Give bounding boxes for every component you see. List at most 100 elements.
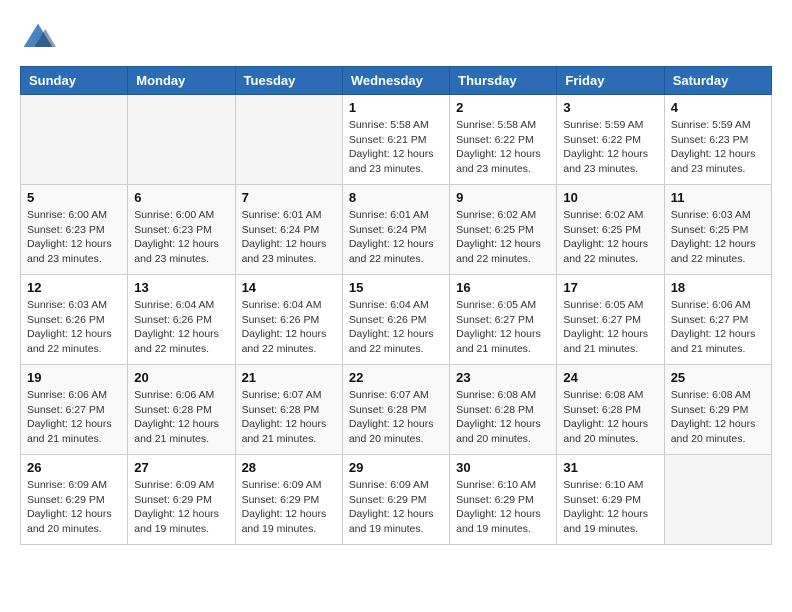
- calendar-cell: 26 Sunrise: 6:09 AMSunset: 6:29 PMDayligh…: [21, 455, 128, 545]
- day-number: 4: [671, 100, 765, 115]
- calendar-cell: 22Sunrise: 6:07 AMSunset: 6:28 PMDayligh…: [342, 365, 449, 455]
- calendar-cell: 28 Sunrise: 6:09 AMSunset: 6:29 PMDayligh…: [235, 455, 342, 545]
- day-number: 19: [27, 370, 121, 385]
- day-number: 6: [134, 190, 228, 205]
- day-info: Sunrise: 6:08 AMSunset: 6:28 PMDaylight:…: [563, 388, 657, 447]
- day-number: 31: [563, 460, 657, 475]
- day-info: Sunrise: 6:09 AMSunset: 6:29 PMDaylight:…: [349, 478, 443, 537]
- day-number: 20: [134, 370, 228, 385]
- calendar-cell: 10Sunrise: 6:02 AMSunset: 6:25 PMDayligh…: [557, 185, 664, 275]
- calendar-cell: 2Sunrise: 5:58 AMSunset: 6:22 PMDaylight…: [450, 95, 557, 185]
- calendar-cell: 23Sunrise: 6:08 AMSunset: 6:28 PMDayligh…: [450, 365, 557, 455]
- day-info: Sunrise: 6:08 AMSunset: 6:29 PMDaylight:…: [671, 388, 765, 447]
- day-number: 22: [349, 370, 443, 385]
- day-number: 25: [671, 370, 765, 385]
- weekday-header-row: SundayMondayTuesdayWednesdayThursdayFrid…: [21, 67, 772, 95]
- day-number: 15: [349, 280, 443, 295]
- page-header: [20, 20, 772, 56]
- calendar-cell: 27 Sunrise: 6:09 AMSunset: 6:29 PMDayligh…: [128, 455, 235, 545]
- calendar-cell: [235, 95, 342, 185]
- calendar-cell: [128, 95, 235, 185]
- day-number: 9: [456, 190, 550, 205]
- day-number: 29: [349, 460, 443, 475]
- day-number: 24: [563, 370, 657, 385]
- day-info: Sunrise: 5:59 AMSunset: 6:22 PMDaylight:…: [563, 118, 657, 177]
- logo-icon: [20, 20, 56, 56]
- day-info: Sunrise: 5:59 AMSunset: 6:23 PMDaylight:…: [671, 118, 765, 177]
- calendar-cell: 12Sunrise: 6:03 AMSunset: 6:26 PMDayligh…: [21, 275, 128, 365]
- calendar-cell: 20 Sunrise: 6:06 AMSunset: 6:28 PMDayligh…: [128, 365, 235, 455]
- day-number: 28: [242, 460, 336, 475]
- calendar-cell: [21, 95, 128, 185]
- calendar-cell: 9 Sunrise: 6:02 AMSunset: 6:25 PMDaylight…: [450, 185, 557, 275]
- day-info: Sunrise: 6:09 AMSunset: 6:29 PMDaylight:…: [242, 478, 336, 537]
- calendar-cell: 19 Sunrise: 6:06 AMSunset: 6:27 PMDayligh…: [21, 365, 128, 455]
- day-number: 23: [456, 370, 550, 385]
- day-number: 13: [134, 280, 228, 295]
- day-info: Sunrise: 6:00 AMSunset: 6:23 PMDaylight:…: [27, 208, 121, 267]
- day-number: 26: [27, 460, 121, 475]
- day-number: 5: [27, 190, 121, 205]
- calendar-cell: [664, 455, 771, 545]
- calendar-cell: 5 Sunrise: 6:00 AMSunset: 6:23 PMDaylight…: [21, 185, 128, 275]
- day-info: Sunrise: 6:10 AMSunset: 6:29 PMDaylight:…: [563, 478, 657, 537]
- day-info: Sunrise: 6:05 AMSunset: 6:27 PMDaylight:…: [563, 298, 657, 357]
- day-number: 17: [563, 280, 657, 295]
- weekday-header-sunday: Sunday: [21, 67, 128, 95]
- day-info: Sunrise: 6:06 AMSunset: 6:27 PMDaylight:…: [27, 388, 121, 447]
- calendar-cell: 25 Sunrise: 6:08 AMSunset: 6:29 PMDayligh…: [664, 365, 771, 455]
- calendar-cell: 15 Sunrise: 6:04 AMSunset: 6:26 PMDayligh…: [342, 275, 449, 365]
- calendar-cell: 18 Sunrise: 6:06 AMSunset: 6:27 PMDayligh…: [664, 275, 771, 365]
- day-info: Sunrise: 6:10 AMSunset: 6:29 PMDaylight:…: [456, 478, 550, 537]
- calendar-cell: 11 Sunrise: 6:03 AMSunset: 6:25 PMDayligh…: [664, 185, 771, 275]
- weekday-header-thursday: Thursday: [450, 67, 557, 95]
- calendar-cell: 3 Sunrise: 5:59 AMSunset: 6:22 PMDaylight…: [557, 95, 664, 185]
- weekday-header-friday: Friday: [557, 67, 664, 95]
- day-info: Sunrise: 6:09 AMSunset: 6:29 PMDaylight:…: [134, 478, 228, 537]
- calendar-cell: 8 Sunrise: 6:01 AMSunset: 6:24 PMDaylight…: [342, 185, 449, 275]
- day-info: Sunrise: 6:03 AMSunset: 6:25 PMDaylight:…: [671, 208, 765, 267]
- day-info: Sunrise: 6:04 AMSunset: 6:26 PMDaylight:…: [349, 298, 443, 357]
- calendar-cell: 7 Sunrise: 6:01 AMSunset: 6:24 PMDaylight…: [235, 185, 342, 275]
- day-number: 14: [242, 280, 336, 295]
- calendar-cell: 31 Sunrise: 6:10 AMSunset: 6:29 PMDayligh…: [557, 455, 664, 545]
- day-number: 11: [671, 190, 765, 205]
- calendar-cell: 1 Sunrise: 5:58 AMSunset: 6:21 PMDaylight…: [342, 95, 449, 185]
- day-info: Sunrise: 6:04 AMSunset: 6:26 PMDaylight:…: [134, 298, 228, 357]
- day-number: 7: [242, 190, 336, 205]
- week-row-4: 19 Sunrise: 6:06 AMSunset: 6:27 PMDayligh…: [21, 365, 772, 455]
- day-info: Sunrise: 6:06 AMSunset: 6:28 PMDaylight:…: [134, 388, 228, 447]
- day-number: 8: [349, 190, 443, 205]
- calendar-cell: 29 Sunrise: 6:09 AMSunset: 6:29 PMDayligh…: [342, 455, 449, 545]
- week-row-2: 5 Sunrise: 6:00 AMSunset: 6:23 PMDaylight…: [21, 185, 772, 275]
- day-info: Sunrise: 6:01 AMSunset: 6:24 PMDaylight:…: [349, 208, 443, 267]
- day-number: 1: [349, 100, 443, 115]
- day-info: Sunrise: 6:00 AMSunset: 6:23 PMDaylight:…: [134, 208, 228, 267]
- calendar-cell: 17 Sunrise: 6:05 AMSunset: 6:27 PMDayligh…: [557, 275, 664, 365]
- calendar-cell: 4 Sunrise: 5:59 AMSunset: 6:23 PMDaylight…: [664, 95, 771, 185]
- day-number: 30: [456, 460, 550, 475]
- day-info: Sunrise: 6:01 AMSunset: 6:24 PMDaylight:…: [242, 208, 336, 267]
- day-number: 2: [456, 100, 550, 115]
- day-info: Sunrise: 6:05 AMSunset: 6:27 PMDaylight:…: [456, 298, 550, 357]
- day-info: Sunrise: 5:58 AMSunset: 6:21 PMDaylight:…: [349, 118, 443, 177]
- day-info: Sunrise: 6:03 AMSunset: 6:26 PMDaylight:…: [27, 298, 121, 357]
- week-row-1: 1 Sunrise: 5:58 AMSunset: 6:21 PMDaylight…: [21, 95, 772, 185]
- day-info: Sunrise: 6:06 AMSunset: 6:27 PMDaylight:…: [671, 298, 765, 357]
- calendar-table: SundayMondayTuesdayWednesdayThursdayFrid…: [20, 66, 772, 545]
- calendar-cell: 30 Sunrise: 6:10 AMSunset: 6:29 PMDayligh…: [450, 455, 557, 545]
- day-number: 21: [242, 370, 336, 385]
- day-info: Sunrise: 6:04 AMSunset: 6:26 PMDaylight:…: [242, 298, 336, 357]
- day-info: Sunrise: 6:07 AMSunset: 6:28 PMDaylight:…: [242, 388, 336, 447]
- day-number: 3: [563, 100, 657, 115]
- calendar-cell: 14 Sunrise: 6:04 AMSunset: 6:26 PMDayligh…: [235, 275, 342, 365]
- day-number: 18: [671, 280, 765, 295]
- calendar-cell: 21 Sunrise: 6:07 AMSunset: 6:28 PMDayligh…: [235, 365, 342, 455]
- calendar-cell: 24 Sunrise: 6:08 AMSunset: 6:28 PMDayligh…: [557, 365, 664, 455]
- weekday-header-monday: Monday: [128, 67, 235, 95]
- logo: [20, 20, 62, 56]
- day-number: 27: [134, 460, 228, 475]
- day-info: Sunrise: 6:02 AMSunset: 6:25 PMDaylight:…: [456, 208, 550, 267]
- calendar-cell: 13 Sunrise: 6:04 AMSunset: 6:26 PMDayligh…: [128, 275, 235, 365]
- day-info: Sunrise: 6:09 AMSunset: 6:29 PMDaylight:…: [27, 478, 121, 537]
